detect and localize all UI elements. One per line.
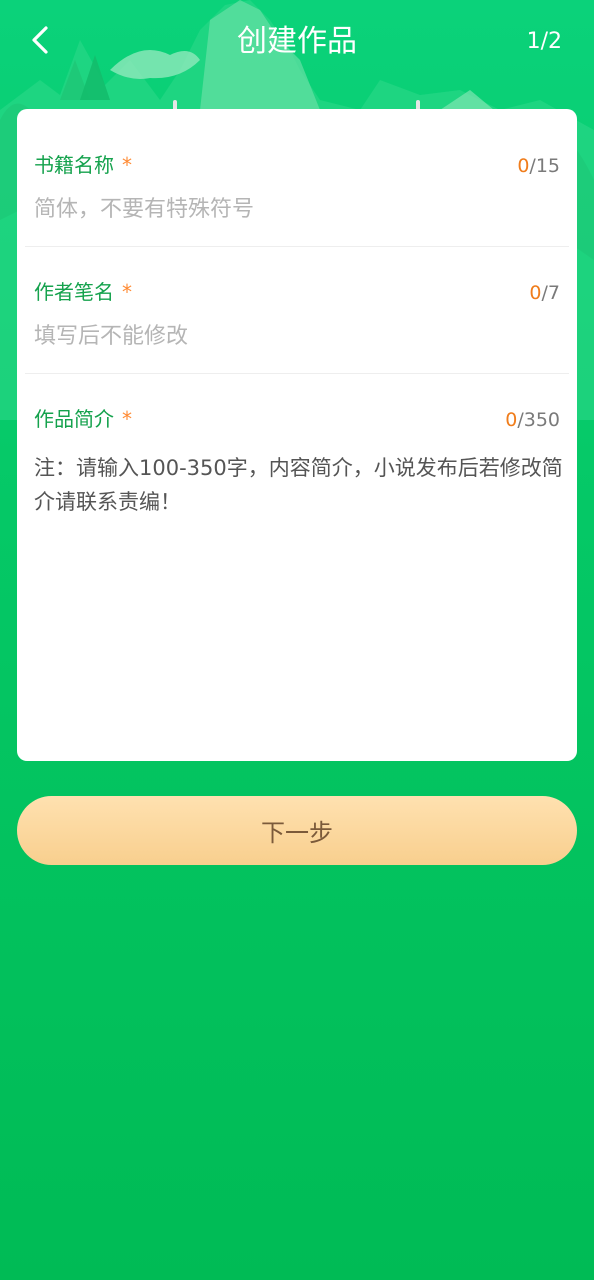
required-mark: * [122,280,132,304]
book-name-label: 书籍名称 * [34,153,132,177]
top-bar: 创建作品 1/2 [0,0,594,84]
divider [25,373,569,374]
pen-name-counter: 0/7 [529,282,560,304]
page-title: 创建作品 [237,24,357,59]
intro-label: 作品简介 * [34,407,132,431]
pen-name-label: 作者笔名 * [34,280,132,304]
pen-name-input[interactable] [34,321,560,353]
form-card: 书籍名称* 0/15 作者笔名* 0/7 作品简介* 0/350 注：请输入10… [17,109,577,761]
divider [25,246,569,247]
intro-textarea[interactable]: 注：请输入100-350字，内容简介，小说发布后若修改简介请联系责编！ [34,451,564,519]
required-mark: * [122,153,132,177]
required-mark: * [122,407,132,431]
book-name-counter: 0/15 [517,155,560,177]
intro-counter: 0/350 [505,409,560,431]
next-step-button[interactable]: 下一步 [17,796,577,865]
book-name-input[interactable] [34,194,560,226]
step-indicator: 1/2 [526,29,562,54]
